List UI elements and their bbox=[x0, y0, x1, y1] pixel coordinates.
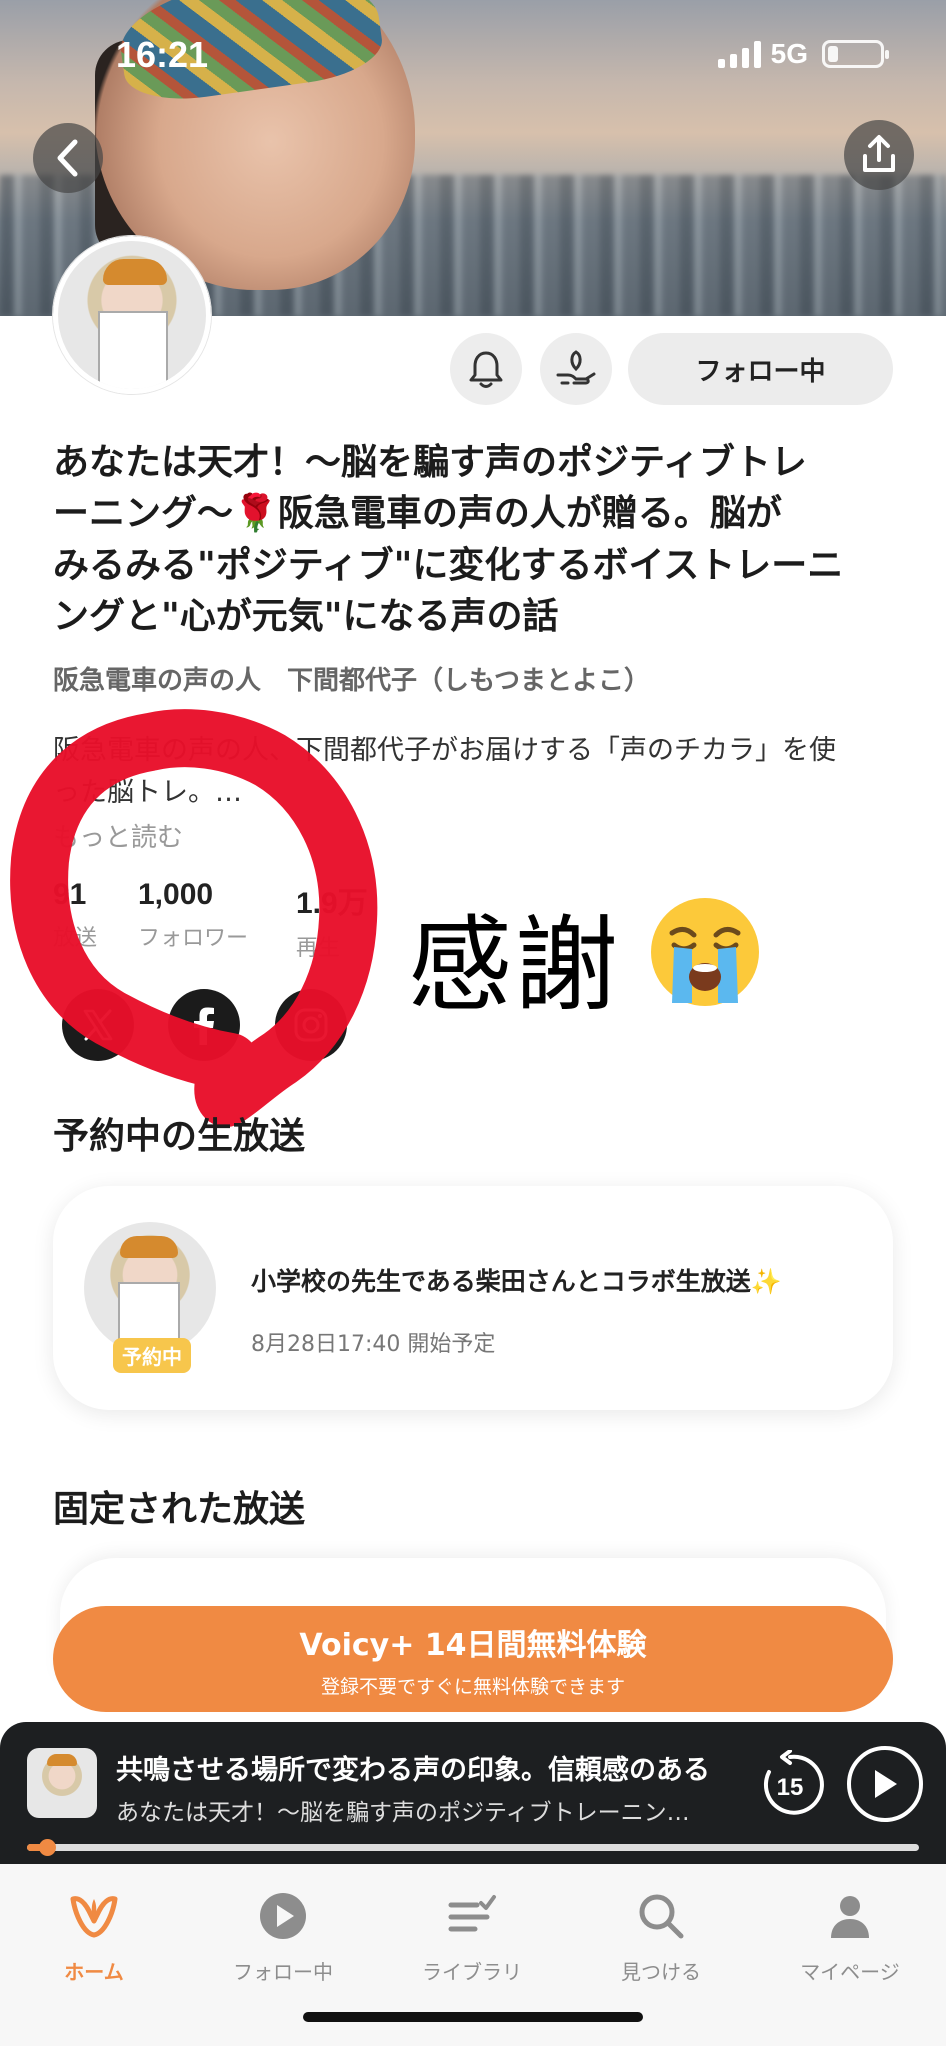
battery-icon bbox=[822, 40, 889, 68]
status-indicators: 5G bbox=[717, 38, 889, 70]
player-channel-title: あなたは天才！〜脳を騙す声のポジティブトレーニン… bbox=[116, 1800, 690, 1826]
playback-progress-bar[interactable] bbox=[27, 1839, 919, 1856]
promo-sub-text: 登録不要ですぐに無料体験できます bbox=[320, 1675, 625, 1698]
play-circle-icon bbox=[260, 1893, 306, 1939]
handwritten-thanks-text: 感謝 bbox=[408, 904, 621, 1026]
person-icon bbox=[831, 1896, 869, 1938]
tab-label: マイページ bbox=[800, 1960, 900, 1984]
voicy-plus-trial-button[interactable]: Voicy+ 14日間無料体験 登録不要ですぐに無料体験できます bbox=[53, 1606, 893, 1712]
chevron-left-icon bbox=[57, 139, 78, 177]
channel-title: あなたは天才！〜脳を騙す声のポジティブトレ ーニング〜🌹阪急電車の声の人が贈る。… bbox=[53, 437, 903, 643]
play-button[interactable] bbox=[847, 1746, 923, 1822]
facebook-logo-icon bbox=[194, 1007, 214, 1045]
playback-progress-knob[interactable] bbox=[38, 1839, 56, 1856]
status-time: 16:21 bbox=[116, 34, 209, 75]
rewind-15-icon[interactable]: 15 bbox=[755, 1750, 825, 1820]
tab-label: フォロー中 bbox=[233, 1960, 333, 1984]
channel-title-line: みるみる"ポジティブ"に変化するボイストレーニ bbox=[53, 544, 844, 586]
share-button[interactable] bbox=[844, 120, 914, 190]
live-avatar bbox=[84, 1222, 216, 1354]
player-episode-title: 共鳴させる場所で変わる声の印象。信頼感のある bbox=[116, 1755, 710, 1786]
stat-value: 1,000 bbox=[138, 878, 214, 911]
section-title-pinned: 固定された放送 bbox=[53, 1489, 306, 1530]
facebook-link-button[interactable] bbox=[168, 989, 240, 1061]
voicy-logo-icon bbox=[70, 1896, 118, 1938]
home-indicator bbox=[303, 2012, 643, 2022]
stat-label: 放送 bbox=[53, 926, 98, 951]
tab-home[interactable]: ホーム bbox=[9, 1888, 179, 1985]
live-title: 小学校の先生である柴田さんとコラボ生放送✨ bbox=[251, 1267, 782, 1296]
channel-title-line: あなたは天才！〜脳を騙す声のポジティブトレ bbox=[53, 442, 807, 483]
tab-label: 見つける bbox=[621, 1960, 701, 1984]
share-icon bbox=[863, 135, 895, 172]
reserved-badge: 予約中 bbox=[113, 1338, 191, 1373]
x-logo-icon bbox=[83, 1009, 113, 1041]
live-start-time: 8月28日17:40 開始予定 bbox=[251, 1332, 496, 1357]
stat-label: 再生 bbox=[296, 936, 341, 961]
x-link-button[interactable] bbox=[62, 989, 134, 1061]
channel-avatar bbox=[53, 236, 211, 394]
stat-value: 1.9万 bbox=[296, 887, 368, 920]
play-icon bbox=[875, 1770, 897, 1798]
description-line: 阪急電車の声の人、下間都代子がお届けする「声のチカラ」を使 bbox=[53, 735, 836, 766]
channel-title-line: ングと"心が元気"になる声の話 bbox=[53, 596, 559, 638]
following-button[interactable]: フォロー中 bbox=[628, 333, 893, 405]
search-icon bbox=[639, 1894, 684, 1939]
crying-face-emoji-icon bbox=[651, 898, 759, 1006]
notification-button[interactable] bbox=[450, 333, 522, 405]
gift-hand-icon bbox=[556, 350, 596, 385]
tab-label: ライブラリ bbox=[422, 1960, 522, 1984]
stat-value: 91 bbox=[53, 878, 87, 911]
player-thumbnail bbox=[27, 1748, 97, 1818]
tab-label: ホーム bbox=[64, 1960, 124, 1984]
description-line: った脳トレ。… bbox=[53, 776, 242, 808]
stat-plays: 1.9万 再生 bbox=[296, 878, 368, 962]
instagram-logo-icon bbox=[294, 1008, 328, 1042]
tab-library[interactable]: ライブラリ bbox=[387, 1888, 557, 1985]
signal-icon bbox=[717, 40, 761, 68]
section-title-live: 予約中の生放送 bbox=[53, 1116, 306, 1157]
network-label: 5G bbox=[770, 38, 808, 69]
tab-discover[interactable]: 見つける bbox=[576, 1888, 746, 1985]
promo-main-text: Voicy+ 14日間無料体験 bbox=[299, 1627, 647, 1663]
bell-icon bbox=[469, 351, 503, 388]
rewind-seconds-label: 15 bbox=[777, 1774, 804, 1801]
mini-player[interactable]: 共鳴させる場所で変わる声の印象。信頼感のある あなたは天才！〜脳を騙す声のポジテ… bbox=[0, 1722, 946, 1864]
read-more-link[interactable]: もっと読む bbox=[53, 817, 183, 854]
scheduled-live-card[interactable]: 予約中 小学校の先生である柴田さんとコラボ生放送✨ 8月28日17:40 開始予… bbox=[53, 1186, 893, 1410]
channel-title-line: ーニング〜🌹阪急電車の声の人が贈る。脳が bbox=[53, 493, 782, 535]
instagram-link-button[interactable] bbox=[275, 989, 347, 1061]
tab-mypage[interactable]: マイページ bbox=[765, 1888, 935, 1985]
author-name[interactable]: 阪急電車の声の人 下間都代子（しもつまとよこ） bbox=[53, 660, 650, 697]
library-list-icon bbox=[448, 1895, 496, 1932]
stat-broadcasts: 91 放送 bbox=[53, 878, 97, 952]
stat-followers[interactable]: 1,000 フォロワー bbox=[138, 878, 248, 952]
tab-following[interactable]: フォロー中 bbox=[198, 1888, 368, 1985]
channel-description: 阪急電車の声の人、下間都代子がお届けする「声のチカラ」を使 った脳トレ。… bbox=[53, 730, 903, 814]
gift-button[interactable] bbox=[540, 333, 612, 405]
back-button[interactable] bbox=[33, 123, 103, 193]
stat-label: フォロワー bbox=[138, 926, 249, 951]
